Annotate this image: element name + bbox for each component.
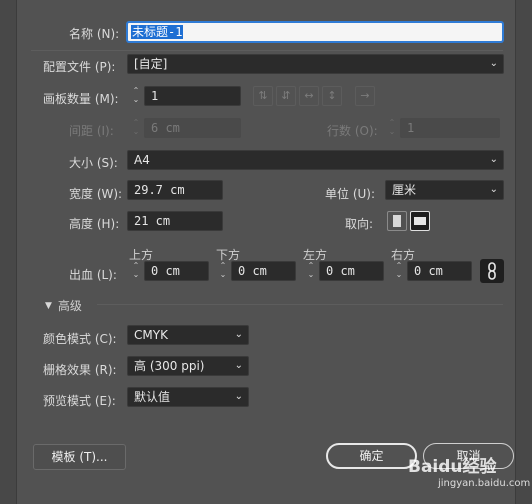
bleed-right-stepper[interactable]: ⌃ ⌄ [392,261,406,281]
bleed-top-stepper[interactable]: ⌃ ⌄ [129,261,143,281]
landscape-icon[interactable] [410,211,430,231]
chevron-down-icon: ⌄ [489,184,498,195]
size-select[interactable]: A4 ⌄ [127,150,504,170]
raster-label: 栅格效果 (R): [43,363,117,377]
preview-select[interactable]: 默认值 ⌄ [127,387,249,407]
right-to-left-icon[interactable]: → [355,86,375,106]
bleed-bottom-stepper[interactable]: ⌃ ⌄ [216,261,230,281]
color-mode-select[interactable]: CMYK ⌄ [127,325,249,345]
bleed-left-input[interactable]: 0 cm [319,261,384,281]
height-label: 高度 (H): [69,217,120,231]
watermark-url: jingyan.baidu.com [438,478,531,489]
artboards-label: 画板数量 (M): [43,92,119,106]
color-mode-value: CMYK [134,328,168,342]
bleed-bottom-input[interactable]: 0 cm [231,261,296,281]
profile-select[interactable]: [自定] ⌄ [127,54,504,74]
name-label: 名称 (N): [69,27,120,41]
width-input[interactable]: 29.7 cm [127,180,223,200]
columns-input[interactable]: 1 [400,118,500,138]
advanced-toggle[interactable]: ▼ 高级 [45,297,82,314]
raster-value: 高 (300 ppi) [134,359,205,373]
size-label: 大小 (S): [69,156,118,170]
size-value: A4 [134,153,150,167]
spacing-input[interactable]: 6 cm [144,118,241,138]
bleed-right-input[interactable]: 0 cm [407,261,472,281]
link-icon [488,262,496,280]
profile-label: 配置文件 (P): [43,60,116,74]
chevron-down-icon: ⌄ [234,391,243,402]
artboards-input[interactable]: 1 [144,86,241,106]
arrange-by-column-icon[interactable]: ↕ [322,86,342,106]
bleed-top-input[interactable]: 0 cm [144,261,209,281]
divider [31,50,503,51]
artboards-stepper[interactable]: ⌃ ⌄ [129,86,143,106]
chevron-down-icon: ⌄ [234,360,243,371]
name-input-value: 未标题-1 [131,25,184,39]
chevron-down-icon: ⌄ [489,58,498,69]
grid-by-row-icon[interactable]: ⇅ [253,86,273,106]
chevron-down-icon: ⌄ [234,329,243,340]
orientation-label: 取向: [345,217,374,231]
columns-stepper[interactable]: ⌃ ⌄ [385,118,399,138]
spacing-stepper[interactable]: ⌃ ⌄ [129,118,143,138]
divider [97,304,503,305]
height-input[interactable]: 21 cm [127,211,223,231]
advanced-label: 高级 [57,299,82,313]
bleed-label: 出血 (L): [69,268,117,282]
ok-button[interactable]: 确定 [326,443,417,469]
new-document-dialog: 名称 (N): 未标题-1 配置文件 (P): [自定] ⌄ 画板数量 (M): … [16,0,516,504]
grid-by-column-icon[interactable]: ⇵ [276,86,296,106]
units-select[interactable]: 厘米 ⌄ [385,180,504,200]
color-mode-label: 颜色模式 (C): [43,332,117,346]
portrait-icon[interactable] [387,211,407,231]
profile-value: [自定] [134,57,168,71]
preview-label: 预览模式 (E): [43,394,116,408]
spacing-label: 间距 (I): [69,124,114,138]
bleed-left-stepper[interactable]: ⌃ ⌄ [304,261,318,281]
columns-label: 行数 (O): [327,124,378,138]
watermark-brand: Baidu经验 [408,457,497,477]
templates-button[interactable]: 模板 (T)... [33,444,126,470]
width-label: 宽度 (W): [69,187,123,201]
chevron-down-icon: ⌄ [489,154,498,165]
raster-select[interactable]: 高 (300 ppi) ⌄ [127,356,249,376]
triangle-down-icon: ▼ [45,300,52,311]
units-label: 单位 (U): [325,187,376,201]
arrange-by-row-icon[interactable]: ↔ [299,86,319,106]
link-bleed-button[interactable] [480,259,504,283]
name-input[interactable]: 未标题-1 [127,22,503,42]
preview-value: 默认值 [134,390,171,404]
units-value: 厘米 [392,183,417,197]
